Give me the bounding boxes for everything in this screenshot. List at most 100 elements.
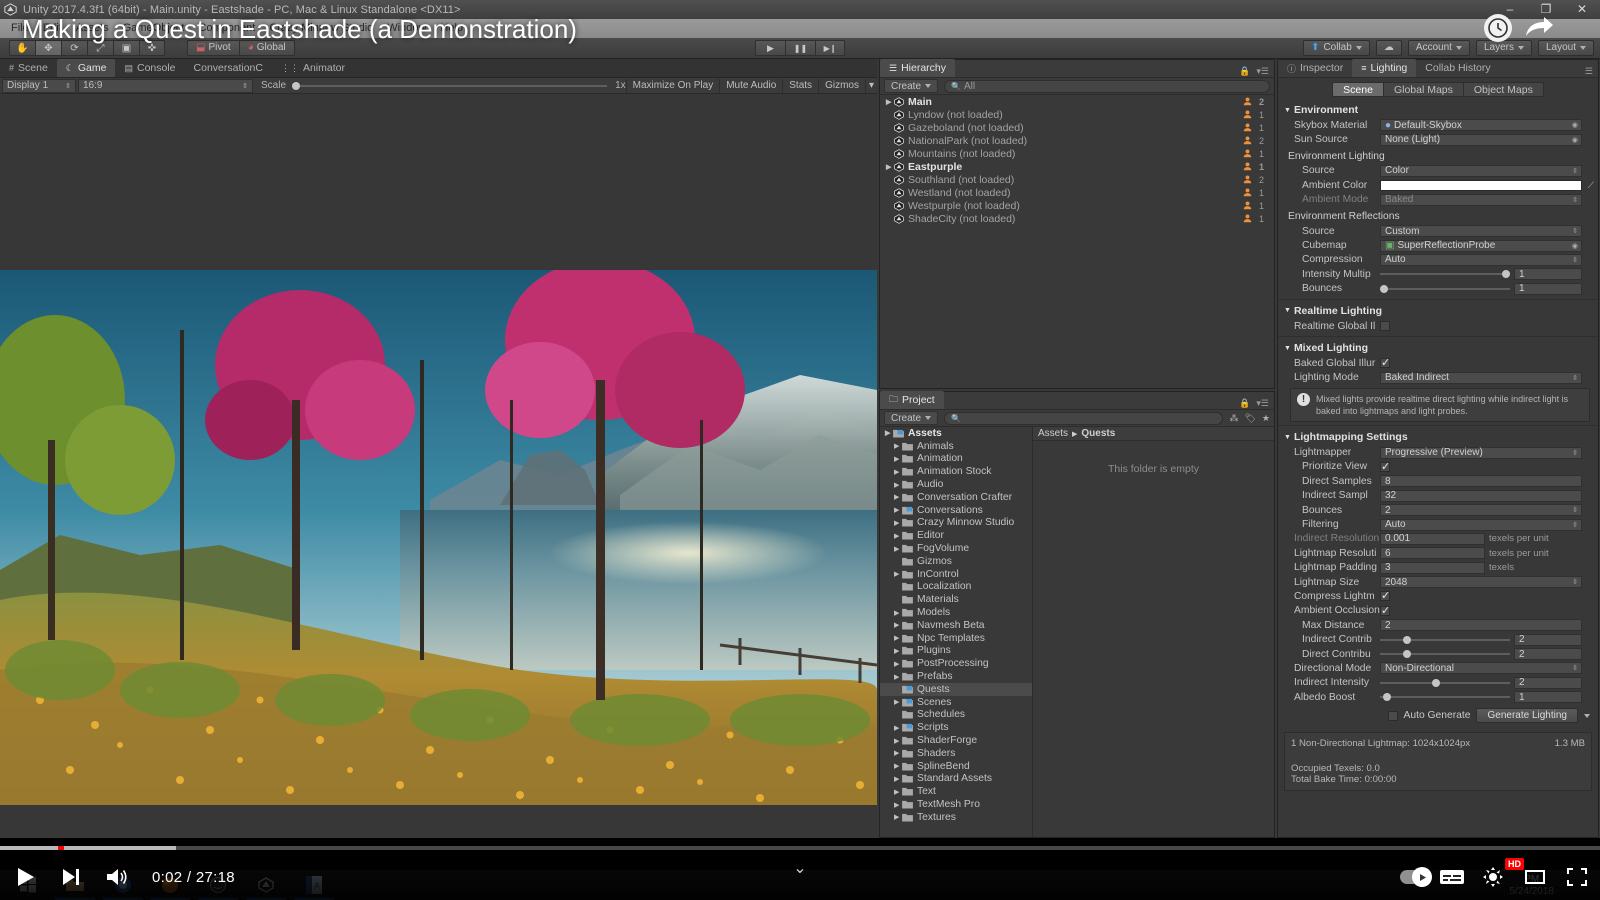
field-env-source[interactable]: Source Color ⇳ <box>1278 164 1598 178</box>
video-volume-button[interactable] <box>98 858 136 896</box>
lock-icon[interactable]: 🔒 <box>1239 398 1256 409</box>
project-tree-row[interactable]: ▶ Plugins <box>880 645 1032 658</box>
field-value[interactable]: 6 <box>1380 547 1485 560</box>
field-reflection-bounces[interactable]: Bounces 1 <box>1278 282 1598 296</box>
maximize-on-play-button[interactable]: Maximize On Play <box>625 78 720 93</box>
lightmap-field-prioritize-view[interactable]: Prioritize View <box>1278 460 1598 474</box>
expand-triangle-icon[interactable]: ▶ <box>894 634 902 642</box>
layout-button[interactable]: Layout <box>1537 40 1594 56</box>
hierarchy-row[interactable]: Westland (not loaded) 1 <box>880 186 1274 199</box>
project-tree-row[interactable]: ▶ Conversations <box>880 504 1032 517</box>
play-button[interactable]: ▶ <box>755 40 785 56</box>
expand-triangle-icon[interactable]: ▶ <box>894 532 902 540</box>
hierarchy-row[interactable]: ▶ Eastpurple 1 <box>880 160 1274 173</box>
expand-triangle-icon[interactable]: ▶ <box>885 429 893 437</box>
panel-menu-icon[interactable]: ☰ <box>1585 66 1598 77</box>
field-lighting-mode[interactable]: Lighting Mode Baked Indirect ⇳ <box>1278 371 1598 385</box>
compression-value[interactable]: Auto ⇳ <box>1380 253 1582 266</box>
expand-triangle-icon[interactable]: ▶ <box>894 724 902 732</box>
auto-generate-checkbox[interactable] <box>1387 710 1398 721</box>
tab-scene[interactable]: # Scene <box>0 59 57 77</box>
project-folder-tree[interactable]: ▶ Assets ▶ Animals ▶ Animation ▶ Animation Stoc… <box>880 427 1032 837</box>
field-value[interactable]: Non-Directional ⇳ <box>1380 662 1582 675</box>
tab-console[interactable]: ▤ Console <box>115 59 184 77</box>
favorites-star-icon[interactable]: ★ <box>1262 413 1270 424</box>
chevron-down-icon[interactable] <box>1584 713 1590 718</box>
hierarchy-row[interactable]: ShadeCity (not loaded) 1 <box>880 212 1274 225</box>
tab-collab-history[interactable]: Collab History <box>1416 59 1499 77</box>
slider[interactable] <box>1380 648 1510 660</box>
panel-menu-icon[interactable]: ▾☰ <box>1256 398 1274 409</box>
sun-source-value[interactable]: None (Light) ◉ <box>1380 133 1582 146</box>
project-tree-row[interactable]: ▶ Animation Stock <box>880 465 1032 478</box>
display-dropdown[interactable]: Display 1 ⇳ <box>2 78 76 93</box>
expand-triangle-icon[interactable]: ▶ <box>894 660 902 668</box>
project-tree-row[interactable]: Schedules <box>880 709 1032 722</box>
object-picker-icon[interactable]: ◉ <box>1572 121 1578 129</box>
lightmap-field-max-distance[interactable]: Max Distance 2 <box>1278 618 1598 632</box>
lightmap-field-direct-contribu[interactable]: Direct Contribu 2 <box>1278 647 1598 661</box>
project-tree-row[interactable]: ▶ Scenes <box>880 696 1032 709</box>
project-tree-row[interactable]: Gizmos <box>880 555 1032 568</box>
mixed-lighting-section-header[interactable]: ▼ Mixed Lighting <box>1278 340 1598 356</box>
lightmap-field-filtering[interactable]: Filtering Auto ⇳ <box>1278 517 1598 531</box>
field-value[interactable]: Progressive (Preview) ⇳ <box>1380 446 1582 459</box>
expand-triangle-icon[interactable]: ▶ <box>894 468 902 476</box>
field-value[interactable]: 2 <box>1514 633 1582 646</box>
breadcrumb-root[interactable]: Assets <box>1038 428 1068 439</box>
expand-triangle-icon[interactable]: ▶ <box>894 749 902 757</box>
eyedropper-icon[interactable]: ⟋ <box>1588 180 1594 191</box>
lightmap-field-indirect-sampl[interactable]: Indirect Sampl 32 <box>1278 489 1598 503</box>
hierarchy-row[interactable]: NationalPark (not loaded) 2 <box>880 134 1274 147</box>
project-tree-row[interactable]: ▶ Shaders <box>880 747 1032 760</box>
project-tree-row[interactable]: ▶ Crazy Minnow Studio <box>880 517 1032 530</box>
panel-menu-icon[interactable]: ▾☰ <box>1256 66 1274 77</box>
settings-gear-icon[interactable]: HD <box>1474 858 1524 896</box>
field-cubemap[interactable]: Cubemap ▣ SuperReflectionProbe ◉ <box>1278 238 1598 252</box>
reflection-source-value[interactable]: Custom ⇳ <box>1380 225 1582 238</box>
hierarchy-list[interactable]: ▶ Main 2 Lyndow (not loaded) 1 Gazeboland (no… <box>880 95 1274 388</box>
checkbox[interactable] <box>1380 460 1390 473</box>
expand-triangle-icon[interactable]: ▶ <box>894 545 902 553</box>
project-tree-row[interactable]: ▶ Conversation Crafter <box>880 491 1032 504</box>
expand-triangle-icon[interactable]: ▶ <box>886 163 894 171</box>
create-button[interactable]: Create <box>884 79 939 93</box>
field-value[interactable]: 8 <box>1380 475 1582 488</box>
expand-triangle-icon[interactable]: ▶ <box>894 609 902 617</box>
expand-triangle-icon[interactable]: ▶ <box>894 493 902 501</box>
layers-button[interactable]: Layers <box>1475 40 1532 56</box>
subtitles-icon[interactable] <box>1434 858 1470 896</box>
close-button[interactable]: ✕ <box>1564 0 1600 19</box>
hierarchy-row[interactable]: Westpurple (not loaded) 1 <box>880 199 1274 212</box>
project-tree-row[interactable]: ▶ Textures <box>880 811 1032 824</box>
slider[interactable] <box>1380 634 1510 646</box>
expand-triangle-icon[interactable]: ▶ <box>894 570 902 578</box>
expand-triangle-icon[interactable]: ▶ <box>894 788 902 796</box>
project-tree-row[interactable]: ▶ Navmesh Beta <box>880 619 1032 632</box>
hierarchy-row[interactable]: Lyndow (not loaded) 1 <box>880 108 1274 121</box>
env-source-value[interactable]: Color ⇳ <box>1380 164 1582 177</box>
checkbox[interactable] <box>1380 604 1390 617</box>
lightmap-field-compress-lightm[interactable]: Compress Lightm <box>1278 589 1598 603</box>
field-value[interactable]: 32 <box>1380 489 1582 502</box>
lightmap-field-indirect-contrib[interactable]: Indirect Contrib 2 <box>1278 632 1598 646</box>
reflection-bounces-slider[interactable] <box>1380 283 1510 295</box>
field-skybox-material[interactable]: Skybox Material ● Default-Skybox ◉ <box>1278 118 1598 132</box>
lightmap-field-lightmap-resoluti[interactable]: Lightmap Resoluti 6 texels per unit <box>1278 546 1598 560</box>
lightmap-field-lightmap-padding[interactable]: Lightmap Padding 3 texels <box>1278 560 1598 574</box>
expand-triangle-icon[interactable]: ▶ <box>894 647 902 655</box>
reflection-bounces-value[interactable]: 1 <box>1514 282 1582 295</box>
project-create-button[interactable]: Create <box>884 411 939 425</box>
lightmap-field-albedo-boost[interactable]: Albedo Boost 1 <box>1278 690 1598 704</box>
expand-triangle-icon[interactable]: ▶ <box>894 442 902 450</box>
project-tree-row[interactable]: ▶ TextMesh Pro <box>880 798 1032 811</box>
mute-audio-button[interactable]: Mute Audio <box>719 78 782 93</box>
hierarchy-row[interactable]: ▶ Main 2 <box>880 95 1274 108</box>
lighting-mode-value[interactable]: Baked Indirect ⇳ <box>1380 371 1582 384</box>
expand-triangle-icon[interactable]: ▶ <box>894 801 902 809</box>
checkbox[interactable] <box>1380 589 1390 602</box>
field-sun-source[interactable]: Sun Source None (Light) ◉ <box>1278 132 1598 146</box>
project-content-pane[interactable]: Assets ▶ Quests This folder is empty <box>1032 427 1274 837</box>
tab-hierarchy[interactable]: ☰ Hierarchy <box>880 59 956 77</box>
project-tree-row[interactable]: ▶ FogVolume <box>880 542 1032 555</box>
